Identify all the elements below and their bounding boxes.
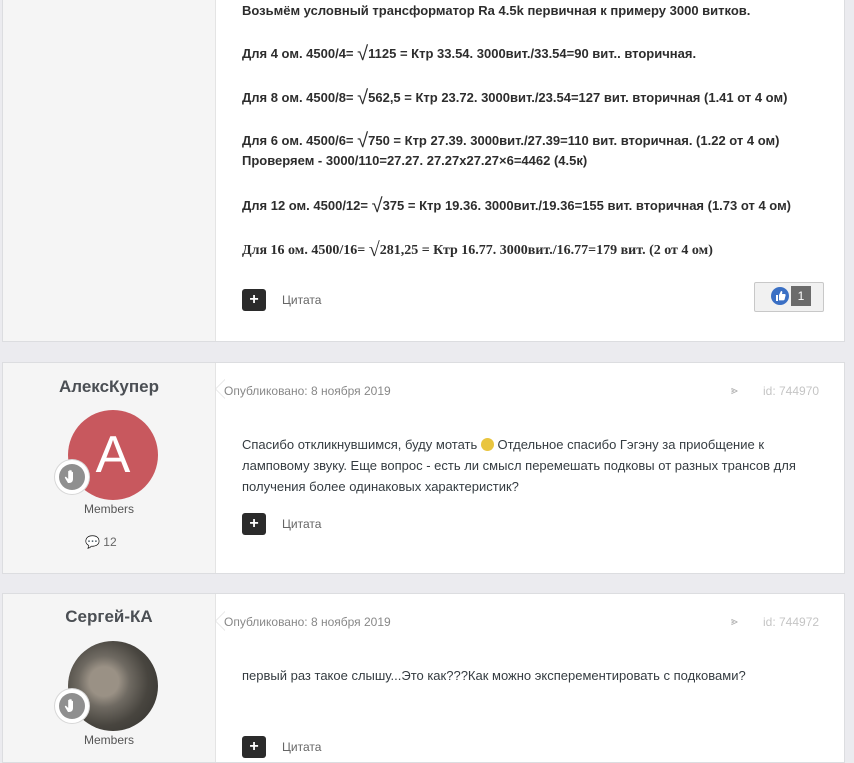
quote-button[interactable]: +	[242, 513, 266, 535]
quote-label[interactable]: Цитата	[282, 517, 321, 531]
quote-label[interactable]: Цитата	[282, 740, 321, 754]
hand-wave-icon	[64, 469, 73, 483]
smile-emoji-icon	[480, 438, 494, 451]
post-2: АлексКупер A Members 💬 12 Опубликовано: …	[2, 362, 845, 574]
like-count: 1	[791, 286, 811, 306]
post-date[interactable]: Опубликовано: 8 ноября 2019	[224, 615, 391, 629]
post-date[interactable]: Опубликовано: 8 ноября 2019	[224, 384, 391, 398]
like-button[interactable]: 1	[754, 282, 824, 312]
rank-badge	[55, 689, 89, 723]
thumbs-up-icon	[771, 287, 789, 305]
post-line: Для 8 ом. 4500/8= √562,5 = Ктр 23.72. 30…	[242, 87, 788, 109]
post-3: Сергей-КА Members Опубликовано: 8 ноября…	[2, 593, 845, 763]
author-name[interactable]: Сергей-КА	[3, 607, 215, 627]
hand-wave-icon	[64, 698, 73, 712]
author-column	[3, 0, 216, 341]
post-id: id: 744972	[763, 615, 820, 629]
share-icon[interactable]: ⪢	[731, 614, 738, 629]
post-line: Проверяем - 3000/110=27.27. 27.27x27.27×…	[242, 153, 588, 168]
author-name[interactable]: АлексКупер	[3, 377, 215, 397]
quote-label[interactable]: Цитата	[282, 293, 321, 307]
share-icon[interactable]: ⪢	[731, 383, 738, 398]
post-line: Для 4 ом. 4500/4= √1125 = Ктр 33.54. 300…	[242, 43, 697, 65]
post-line: Для 12 ом. 4500/12= √375 = Ктр 19.36. 30…	[242, 195, 792, 217]
rank-badge	[55, 460, 89, 494]
member-group: Members	[83, 502, 134, 516]
post-line: Для 16 ом. 4500/16= √281,25 = Ктр 16.77.…	[242, 239, 713, 261]
member-group: Members	[83, 733, 134, 747]
post-line: Для 6 ом. 4500/6= √750 = Ктр 27.39. 3000…	[242, 130, 780, 152]
post-text: Спасибо откликнувшимся, буду мотать Отде…	[242, 437, 796, 494]
comment-icon: 💬	[85, 535, 100, 549]
quote-button[interactable]: +	[242, 736, 266, 758]
post-id: id: 744970	[763, 384, 820, 398]
post-line: Возьмём условный трансформатор Ra 4.5k п…	[242, 3, 751, 18]
quote-button[interactable]: +	[242, 289, 266, 311]
post-text: первый раз такое слышу...Это как???Как м…	[242, 668, 746, 683]
post-count: 💬 12	[85, 535, 117, 549]
post-1: Возьмём условный трансформатор Ra 4.5k п…	[2, 0, 845, 342]
